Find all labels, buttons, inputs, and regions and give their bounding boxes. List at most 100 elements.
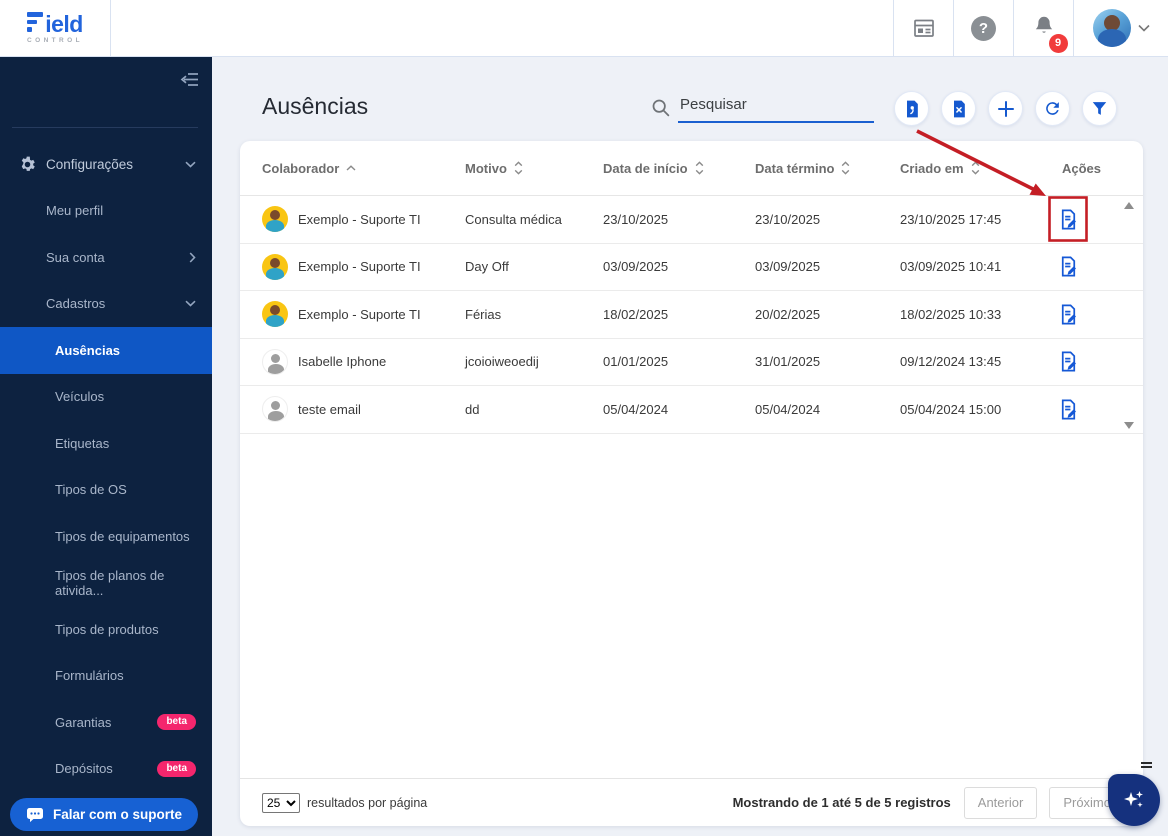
collaborator-name: Exemplo - Suporte TI xyxy=(298,259,421,275)
column-header-motivo[interactable]: Motivo xyxy=(465,161,603,176)
sidebar-item-veiculos[interactable]: Veículos xyxy=(0,374,212,421)
export-document-button[interactable] xyxy=(894,91,929,126)
criado-em-cell: 05/04/2024 15:00 xyxy=(900,401,1002,417)
sidebar-item-label: Cadastros xyxy=(46,296,106,312)
edit-document-icon xyxy=(1061,399,1076,420)
previous-page-button[interactable]: Anterior xyxy=(963,786,1038,819)
collaborator-name: Exemplo - Suporte TI xyxy=(298,211,421,227)
table-row[interactable]: Isabelle Iphone jcoioiweoedij 01/01/2025… xyxy=(240,339,1143,386)
table-header-row: Colaborador Motivo Data de início Data t… xyxy=(240,141,1143,196)
sidebar-item-ausencias[interactable]: Ausências xyxy=(0,327,212,374)
gear-icon xyxy=(18,155,37,174)
collaborator-avatar xyxy=(262,206,288,233)
plus-icon xyxy=(997,100,1014,117)
profile-menu[interactable] xyxy=(1073,0,1168,56)
toolbar-actions xyxy=(894,91,1117,126)
collapse-sidebar-button[interactable] xyxy=(180,72,199,90)
column-header-data-inicio[interactable]: Data de início xyxy=(603,161,755,176)
sidebar-item-tipos-de-planos[interactable]: Tipos de planos de ativida... xyxy=(0,560,212,607)
sidebar-item-meu-perfil[interactable]: Meu perfil xyxy=(0,188,212,235)
sort-both-icon xyxy=(695,161,704,175)
chevron-right-icon xyxy=(189,252,196,263)
sidebar-item-etiquetas[interactable]: Etiquetas xyxy=(0,420,212,467)
export-document-icon xyxy=(906,100,918,117)
column-header-colaborador[interactable]: Colaborador xyxy=(262,161,465,176)
search-input[interactable] xyxy=(678,95,874,123)
news-button[interactable] xyxy=(893,0,953,56)
data-termino-cell: 05/04/2024 xyxy=(755,401,821,417)
ai-assistant-button[interactable] xyxy=(1108,774,1160,826)
sort-both-icon xyxy=(841,161,850,175)
help-icon: ? xyxy=(971,15,996,41)
collaborator-avatar xyxy=(262,396,288,423)
sidebar-item-label: Ausências xyxy=(55,342,121,358)
sidebar-nav: Configurações Meu perfil Sua conta Cadas… xyxy=(0,141,212,792)
scrollbar-up-arrow[interactable] xyxy=(1124,202,1134,209)
acoes-cell xyxy=(1050,247,1143,287)
sidebar-item-cadastros[interactable]: Cadastros xyxy=(0,281,212,328)
sidebar-item-garantias[interactable]: Garantias beta xyxy=(0,699,212,746)
sidebar-item-configuracoes[interactable]: Configurações xyxy=(0,141,212,188)
edit-absence-button[interactable] xyxy=(1050,389,1087,429)
column-header-criado-em[interactable]: Criado em xyxy=(900,161,1050,176)
sidebar-item-sua-conta[interactable]: Sua conta xyxy=(0,234,212,281)
refresh-button[interactable] xyxy=(1035,91,1070,126)
filter-icon xyxy=(1092,102,1107,115)
widget-resize-handle[interactable] xyxy=(1141,762,1152,770)
data-inicio-cell: 03/09/2025 xyxy=(603,259,669,275)
sidebar-item-label: Configurações xyxy=(46,156,134,172)
sidebar-item-label: Depósitos xyxy=(55,761,113,777)
brand-name: ield xyxy=(45,10,83,37)
sidebar-item-label: Garantias xyxy=(55,714,112,730)
column-header-data-termino[interactable]: Data término xyxy=(755,161,900,176)
chevron-down-icon xyxy=(185,300,196,307)
sidebar-item-tipos-de-os[interactable]: Tipos de OS xyxy=(0,467,212,514)
collaborator-cell: Exemplo - Suporte TI xyxy=(262,253,465,280)
criado-em-cell: 03/09/2025 10:41 xyxy=(900,259,1002,275)
main-content: Ausências Pesquisar Colaborador Motivo D… xyxy=(212,57,1168,836)
collaborator-avatar xyxy=(262,253,288,280)
motivo-cell: dd xyxy=(465,401,480,417)
scrollbar-down-arrow[interactable] xyxy=(1124,422,1134,429)
sidebar-item-label: Sua conta xyxy=(46,249,105,265)
edit-document-icon xyxy=(1061,304,1076,325)
sidebar-item-tipos-de-produtos[interactable]: Tipos de produtos xyxy=(0,606,212,653)
filter-button[interactable] xyxy=(1082,91,1117,126)
help-button[interactable]: ? xyxy=(953,0,1013,56)
page-size-label: resultados por página xyxy=(307,795,428,810)
edit-absence-button[interactable] xyxy=(1050,342,1087,382)
motivo-cell: Consulta médica xyxy=(465,211,562,227)
sort-asc-icon xyxy=(346,165,356,171)
table-row[interactable]: Exemplo - Suporte TI Consulta médica 23/… xyxy=(240,196,1143,244)
page-size-select[interactable]: 25 xyxy=(262,792,300,813)
add-button[interactable] xyxy=(988,91,1023,126)
sort-both-icon xyxy=(514,161,523,175)
brand-logo[interactable]: ield CONTROL xyxy=(0,0,111,56)
edit-absence-button[interactable] xyxy=(1050,247,1087,287)
acoes-cell xyxy=(1050,294,1143,334)
edit-document-icon xyxy=(1061,351,1076,372)
topbar-actions: ? 9 xyxy=(893,0,1168,56)
sidebar-item-formularios[interactable]: Formulários xyxy=(0,653,212,700)
sidebar-item-label: Tipos de produtos xyxy=(55,621,159,637)
notifications-button[interactable]: 9 xyxy=(1013,0,1073,56)
beta-badge: beta xyxy=(157,714,196,731)
sidebar-item-tipos-de-equipamentos[interactable]: Tipos de equipamentos xyxy=(0,513,212,560)
sidebar-item-depositos[interactable]: Depósitos beta xyxy=(0,746,212,793)
export-excel-button[interactable] xyxy=(941,91,976,126)
support-button-label: Falar com o suporte xyxy=(52,807,183,822)
motivo-cell: Férias xyxy=(465,306,502,322)
table-row[interactable]: Exemplo - Suporte TI Day Off 03/09/2025 … xyxy=(240,244,1143,291)
column-header-acoes: Ações xyxy=(1062,160,1102,176)
records-summary: Mostrando de 1 até 5 de 5 registros xyxy=(732,795,951,810)
acoes-cell xyxy=(1050,342,1143,382)
collaborator-name: teste email xyxy=(298,401,361,417)
edit-absence-button[interactable] xyxy=(1050,199,1087,239)
notification-badge: 9 xyxy=(1048,33,1068,53)
edit-absence-button[interactable] xyxy=(1050,294,1087,334)
table-row[interactable]: Exemplo - Suporte TI Férias 18/02/2025 2… xyxy=(240,291,1143,339)
sort-both-icon xyxy=(971,161,980,175)
table-footer: 25 resultados por página Mostrando de 1 … xyxy=(240,778,1143,826)
support-button[interactable]: Falar com o suporte xyxy=(10,798,198,831)
table-row[interactable]: teste email dd 05/04/2024 05/04/2024 05/… xyxy=(240,386,1143,434)
